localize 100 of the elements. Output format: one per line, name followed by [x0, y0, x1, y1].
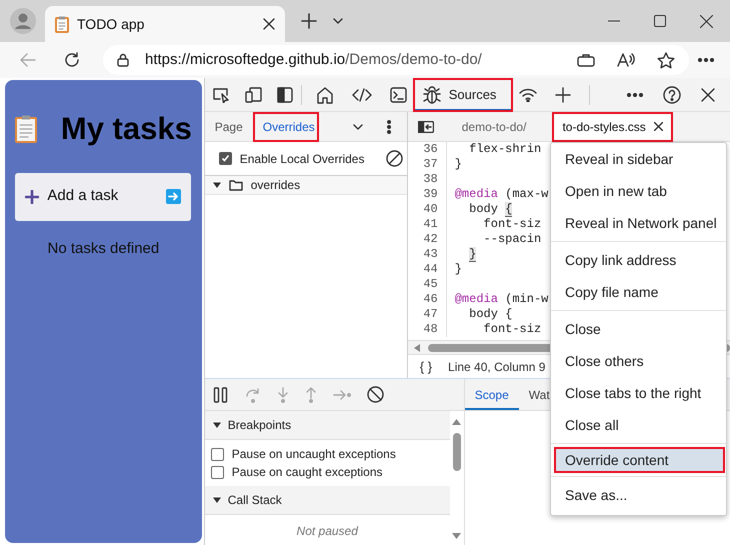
line-number: 46 — [422, 292, 439, 307]
refresh-icon[interactable] — [64, 52, 80, 68]
minimize-icon[interactable] — [608, 20, 620, 22]
chevron-down-icon[interactable] — [352, 124, 363, 130]
dock-side-icon[interactable] — [276, 86, 293, 102]
toggle-sidebar-icon[interactable] — [418, 120, 434, 132]
line-number: 37 — [422, 157, 439, 172]
browser-tab[interactable]: TODO app — [45, 6, 285, 42]
close-icon[interactable] — [701, 88, 715, 102]
navigator-tab[interactable]: Page — [204, 112, 253, 142]
menu-item[interactable]: Reveal in sidebar — [554, 143, 725, 175]
code-icon[interactable] — [352, 86, 372, 102]
code-line: } — [446, 262, 462, 277]
scroll-left-arrow-icon[interactable] — [414, 344, 420, 352]
cursor-position: Line 40, Column 9 — [448, 358, 546, 376]
url-text: https://microsoftedge.github.io/Demos/demo-to-do/ — [145, 50, 483, 70]
briefcase-icon[interactable] — [577, 53, 595, 67]
line-number: 43 — [422, 247, 439, 262]
scroll-down-arrow-icon[interactable] — [452, 533, 462, 539]
help-icon[interactable] — [663, 86, 681, 104]
menu-item[interactable]: Close — [554, 313, 725, 345]
menu-item[interactable]: Close all — [554, 409, 725, 441]
add-task-button[interactable]: Add a task — [15, 172, 192, 220]
checkbox-label: Pause on caught exceptions — [232, 464, 383, 481]
menu-item[interactable]: Save as... — [554, 479, 725, 511]
favorite-star-icon[interactable] — [657, 52, 675, 68]
read-aloud-icon[interactable] — [617, 52, 635, 68]
address-field[interactable]: https://microsoftedge.github.io/Demos/demo-to-do/ — [103, 45, 689, 75]
menu-item[interactable]: Reveal in Network panel — [554, 207, 725, 239]
code-line: } — [446, 157, 462, 172]
menu-item[interactable]: Override content — [554, 447, 725, 473]
new-tab-icon[interactable] — [301, 13, 317, 29]
code-line: body { — [446, 307, 512, 322]
profile-avatar-icon[interactable] — [10, 8, 36, 34]
line-number: 36 — [422, 142, 439, 157]
empty-message: No tasks defined — [48, 238, 160, 258]
bug-icon — [422, 86, 441, 104]
section-header[interactable]: Breakpoints — [204, 411, 450, 440]
sidebar-tab[interactable]: Scope — [464, 380, 519, 410]
enable-overrides-checkbox[interactable] — [218, 152, 232, 165]
exception-checkbox[interactable] — [210, 448, 224, 460]
collapse-arrow-icon[interactable] — [212, 421, 221, 429]
code-line: } — [446, 247, 476, 262]
code-line: font-siz — [446, 322, 542, 337]
pretty-print-button[interactable]: { } — [420, 356, 432, 376]
status-message: Not paused — [296, 524, 358, 538]
scrollbar-thumb[interactable] — [452, 433, 461, 471]
line-number: 44 — [422, 262, 439, 277]
more-options-icon[interactable] — [627, 92, 643, 96]
clipboard-icon — [55, 16, 69, 32]
line-number: 39 — [422, 187, 439, 202]
editor-tab[interactable]: to-do-styles.css — [552, 112, 673, 142]
checkbox-label: Enable Local Overrides — [240, 150, 364, 168]
sources-tab[interactable]: Sources — [412, 78, 513, 112]
checkbox-label: Pause on uncaught exceptions — [232, 446, 396, 463]
line-number: 41 — [422, 217, 439, 232]
lock-icon — [117, 53, 129, 67]
folder-icon — [228, 179, 243, 191]
device-toolbar-icon[interactable] — [244, 86, 262, 102]
code-line: body { — [446, 202, 512, 217]
tab-title: TODO app — [77, 14, 146, 34]
collapse-arrow-icon[interactable] — [212, 181, 221, 189]
more-options-icon[interactable] — [698, 58, 714, 62]
chevron-down-icon[interactable] — [333, 18, 343, 24]
close-icon[interactable] — [654, 122, 663, 131]
checkmark-icon — [220, 154, 230, 163]
tree-item[interactable]: overrides — [204, 175, 407, 195]
clear-overrides-icon[interactable] — [386, 150, 404, 167]
line-number: 40 — [422, 202, 439, 217]
plus-icon — [25, 190, 40, 204]
line-number: 47 — [422, 307, 439, 322]
console-icon[interactable] — [390, 86, 407, 102]
menu-item[interactable]: Open in new tab — [554, 175, 725, 207]
code-line: @media (min-w — [446, 292, 548, 307]
scroll-up-arrow-icon[interactable] — [452, 419, 462, 425]
navigator-tab[interactable]: Overrides — [252, 112, 319, 142]
menu-item[interactable]: Copy link address — [554, 244, 725, 276]
line-number: 42 — [422, 232, 439, 247]
menu-item[interactable]: Close others — [554, 345, 725, 377]
section-header[interactable]: Call Stack — [204, 486, 450, 515]
inspect-element-icon[interactable] — [212, 86, 230, 102]
clipboard-icon — [14, 115, 37, 144]
editor-tab[interactable]: demo-to-do/ — [454, 112, 534, 142]
app-title: My tasks — [60, 110, 192, 148]
close-icon[interactable] — [263, 18, 275, 30]
code-line: font-siz — [446, 217, 542, 232]
line-number: 38 — [422, 172, 439, 187]
more-options-icon[interactable] — [386, 120, 391, 134]
network-wifi-icon[interactable] — [518, 88, 537, 102]
pause-icon[interactable] — [212, 386, 229, 402]
deactivate-breakpoints-icon[interactable] — [366, 386, 384, 403]
close-icon[interactable] — [700, 14, 713, 28]
maximize-icon[interactable] — [654, 15, 666, 27]
menu-item[interactable]: Copy file name — [554, 276, 725, 308]
home-icon[interactable] — [316, 86, 334, 104]
line-number: 48 — [422, 322, 439, 337]
code-line: flex-shrin — [446, 142, 542, 157]
exception-checkbox[interactable] — [210, 466, 224, 478]
more-tools-plus-icon[interactable] — [554, 86, 571, 102]
collapse-arrow-icon[interactable] — [212, 496, 221, 504]
